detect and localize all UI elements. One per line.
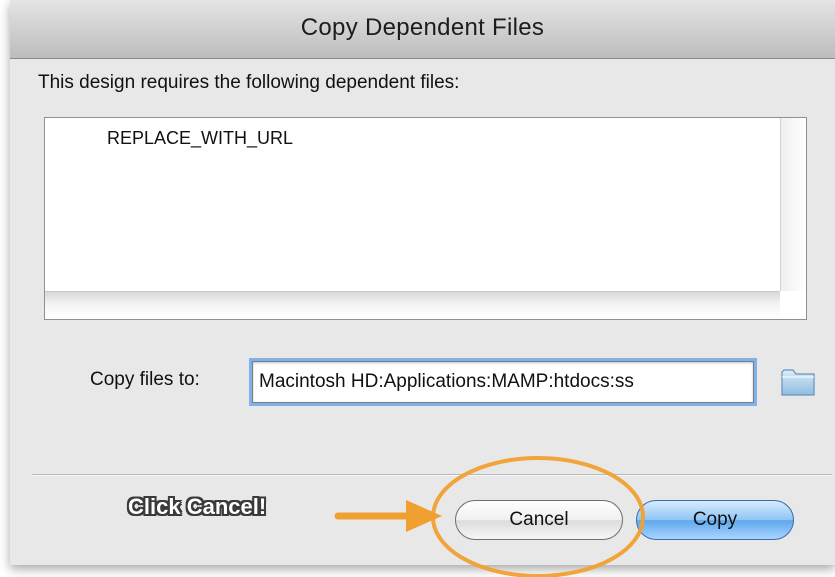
button-separator: [32, 474, 832, 476]
copy-destination-field[interactable]: Macintosh HD:Applications:MAMP:htdocs:ss: [252, 361, 754, 403]
intro-text: This design requires the following depen…: [38, 72, 460, 93]
copy-button[interactable]: Copy: [636, 500, 794, 540]
scrollbar-corner: [780, 291, 806, 319]
dialog-title: Copy Dependent Files: [300, 14, 545, 41]
dependent-files-list[interactable]: REPLACE_WITH_URL: [44, 117, 807, 320]
copy-files-to-label: Copy files to:: [90, 369, 200, 390]
horizontal-scrollbar[interactable]: [45, 291, 780, 319]
folder-icon[interactable]: [780, 364, 816, 398]
list-item[interactable]: REPLACE_WITH_URL: [107, 128, 293, 149]
copy-dependent-files-dialog: Copy Dependent Files This design require…: [10, 0, 835, 565]
vertical-scrollbar[interactable]: [780, 118, 806, 292]
annotation-label: Click Cancel!: [128, 494, 267, 519]
screenshot: Copy Dependent Files This design require…: [0, 0, 835, 577]
cancel-button[interactable]: Cancel: [455, 500, 623, 540]
dialog-titlebar: Copy Dependent Files: [10, 0, 835, 59]
